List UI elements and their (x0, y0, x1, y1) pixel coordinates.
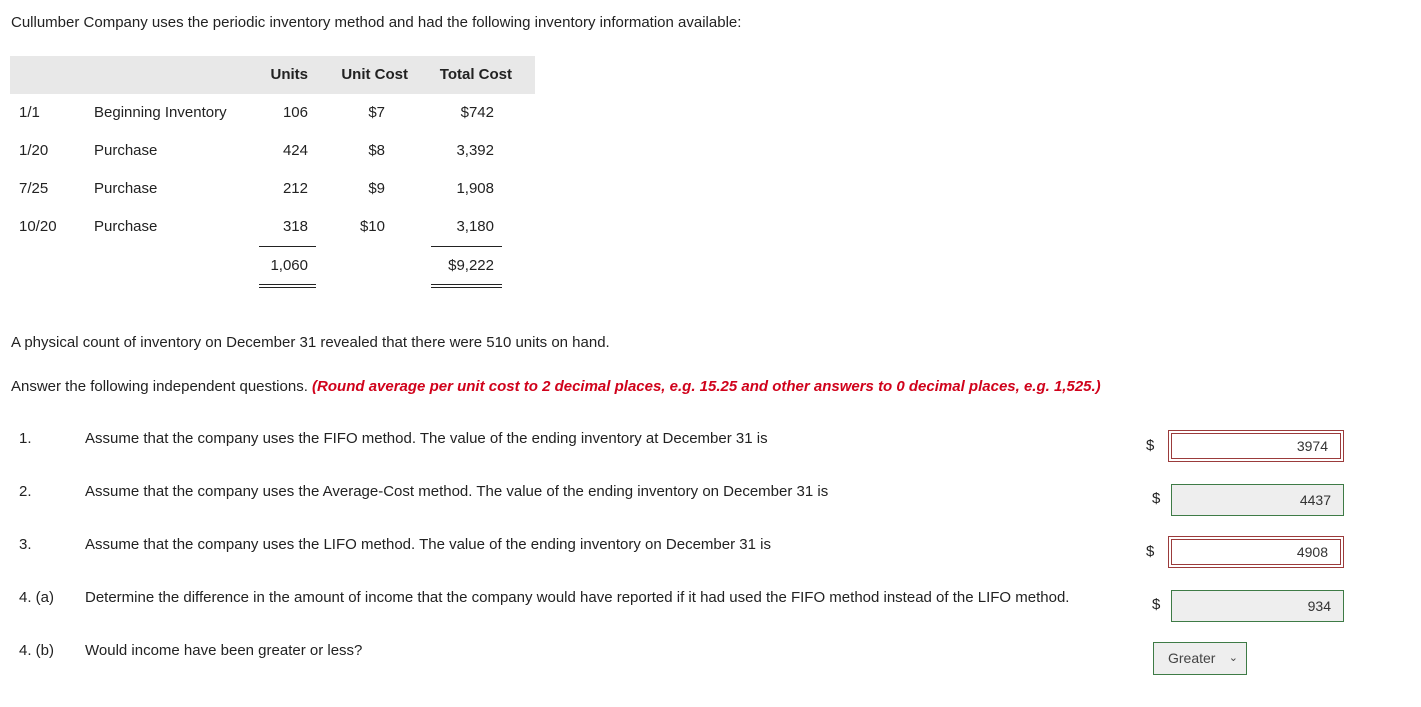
row-date: 1/1 (19, 104, 40, 121)
row-desc: Purchase (94, 180, 158, 197)
rounding-hint: (Round average per unit cost to 2 decima… (312, 378, 1101, 395)
intro-text: Cullumber Company uses the periodic inve… (11, 14, 742, 31)
row-desc: Beginning Inventory (94, 104, 227, 121)
row-unit-cost: $7 (368, 104, 385, 121)
lifo-answer-input[interactable]: 4908 (1168, 536, 1344, 568)
income-difference-input[interactable]: 934 (1171, 590, 1344, 622)
double-rule (431, 287, 502, 288)
question-number: 4. (a) (19, 589, 55, 606)
row-total: 1,908 (456, 180, 494, 197)
row-units: 424 (282, 142, 308, 159)
question-number: 2. (19, 483, 32, 500)
question-text: Would income have been greater or less? (85, 642, 363, 659)
row-date: 10/20 (19, 218, 57, 235)
subtotal-rule (259, 246, 316, 247)
question-number: 4. (b) (19, 642, 55, 659)
subtotal-rule (431, 246, 502, 247)
row-unit-cost: $10 (359, 218, 385, 235)
header-unit-cost: Unit Cost (341, 66, 408, 83)
dollar-sign: $ (1152, 596, 1161, 613)
total-cost: $9,222 (448, 257, 494, 274)
double-rule (431, 284, 502, 285)
total-units: 1,060 (270, 257, 308, 274)
question-number: 3. (19, 536, 32, 553)
average-cost-answer-input[interactable]: 4437 (1171, 484, 1344, 516)
row-desc: Purchase (94, 142, 158, 159)
chevron-down-icon: ⌄ (1228, 652, 1238, 664)
row-date: 7/25 (19, 180, 49, 197)
greater-or-less-select[interactable]: Greater ⌄ (1153, 642, 1247, 675)
dollar-sign: $ (1152, 490, 1161, 507)
header-units: Units (270, 66, 309, 83)
row-unit-cost: $8 (368, 142, 385, 159)
row-total: 3,180 (456, 218, 494, 235)
double-rule (259, 284, 316, 285)
row-total: 3,392 (456, 142, 494, 159)
fifo-answer-input[interactable]: 3974 (1168, 430, 1344, 462)
row-units: 318 (282, 218, 308, 235)
row-units: 106 (282, 104, 308, 121)
row-unit-cost: $9 (368, 180, 385, 197)
question-text: Assume that the company uses the FIFO me… (85, 430, 768, 447)
dollar-sign: $ (1146, 543, 1155, 560)
instructions-text: Answer the following independent questio… (11, 378, 308, 395)
row-units: 212 (282, 180, 308, 197)
instructions: Answer the following independent questio… (11, 378, 1101, 395)
header-total-cost: Total Cost (439, 66, 512, 83)
row-desc: Purchase (94, 218, 158, 235)
question-text: Assume that the company uses the LIFO me… (85, 536, 771, 553)
select-value: Greater (1168, 650, 1216, 666)
row-date: 1/20 (19, 142, 49, 159)
question-text: Determine the difference in the amount o… (85, 589, 1070, 606)
question-text: Assume that the company uses the Average… (85, 483, 829, 500)
dollar-sign: $ (1146, 437, 1155, 454)
double-rule (259, 287, 316, 288)
physical-count-text: A physical count of inventory on Decembe… (11, 334, 610, 351)
question-number: 1. (19, 430, 32, 447)
row-total: $742 (460, 104, 494, 121)
